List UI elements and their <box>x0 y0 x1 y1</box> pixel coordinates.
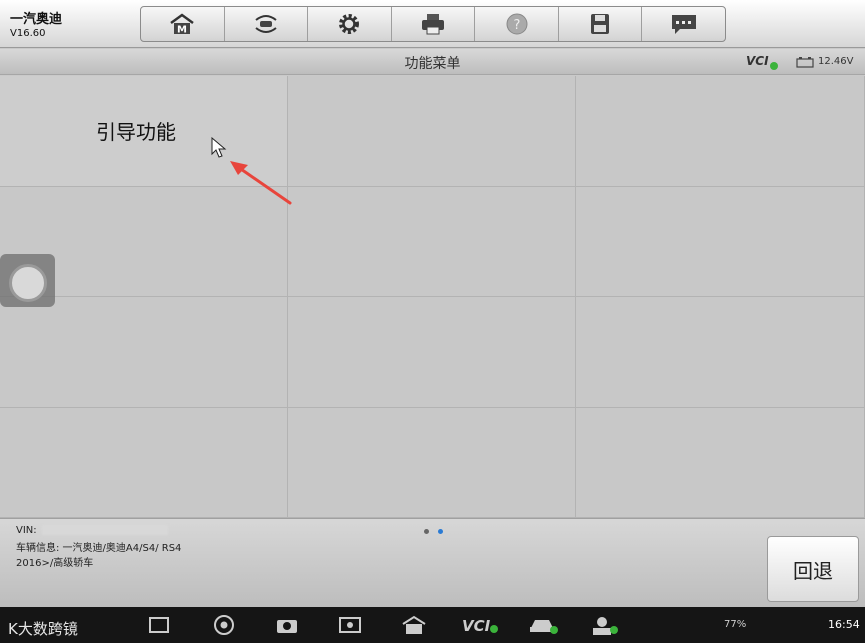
menu-item-empty <box>576 186 865 297</box>
gear-icon <box>339 14 360 34</box>
battery-status: 77% <box>724 619 747 630</box>
vci-connected-icon <box>770 62 778 70</box>
message-icon <box>671 15 696 34</box>
battery-icon <box>796 57 814 68</box>
battery-voltage: 12.46V <box>818 56 854 67</box>
page-dot-active[interactable] <box>438 529 443 534</box>
vin-redacted <box>42 525 168 535</box>
menu-item-empty <box>576 297 865 408</box>
menu-item-empty <box>0 407 288 518</box>
top-bar: 一汽奥迪 V16.60 M ? <box>0 0 865 48</box>
watermark-text: K大数跨镜 <box>8 620 78 638</box>
page-title: 功能菜单 <box>404 56 461 72</box>
app-title: 一汽奥迪 <box>10 12 63 27</box>
menu-item-empty <box>0 297 288 408</box>
page-indicator <box>424 529 443 534</box>
annotation-arrow-icon <box>230 161 292 205</box>
vci-status-label: VCI <box>746 54 769 68</box>
help-button[interactable]: ? <box>475 7 559 41</box>
home-m-icon[interactable] <box>401 615 427 635</box>
svg-text:M: M <box>177 25 187 36</box>
menu-item-empty <box>288 186 576 297</box>
back-button[interactable]: 回退 <box>767 536 859 602</box>
svg-text:VCI: VCI <box>462 617 491 635</box>
vin-label: VIN: <box>16 525 37 536</box>
main-toolbar: M ? <box>140 6 726 42</box>
vci-app-icon[interactable]: VCI <box>460 615 500 635</box>
menu-item-empty <box>288 76 576 187</box>
screen-capture-icon[interactable] <box>337 615 363 635</box>
title-bar: 功能菜单 VCI 12.46V <box>0 49 865 75</box>
settings-button[interactable] <box>308 7 392 41</box>
vehicle-swap-button[interactable] <box>225 7 309 41</box>
help-icon: ? <box>506 13 528 35</box>
camera-icon[interactable] <box>274 615 300 635</box>
menu-item-empty <box>288 297 576 408</box>
function-menu-grid: 引导功能 <box>0 76 865 518</box>
printer-icon <box>422 14 445 35</box>
app-version: V16.60 <box>10 28 46 39</box>
android-nav-bar: K大数跨镜 VCI 77% 16:54 <box>0 607 865 643</box>
menu-item-empty <box>576 76 865 187</box>
home-m-icon: M <box>170 13 195 36</box>
save-button[interactable] <box>559 7 643 41</box>
recent-apps-icon[interactable] <box>146 615 172 635</box>
chrome-icon[interactable] <box>211 615 237 635</box>
vehicle-info-bar: VIN: 车辆信息: 一汽奥迪/奥迪A4/S4/ RS4 2016>/高级轿车 … <box>0 518 865 607</box>
save-icon <box>591 14 610 34</box>
vehicle-swap-icon <box>255 15 277 33</box>
vehicle-info: 车辆信息: 一汽奥迪/奥迪A4/S4/ RS4 2016>/高级轿车 <box>16 543 182 569</box>
assistive-touch-button[interactable] <box>0 254 55 307</box>
remote-expert-icon[interactable] <box>588 615 620 635</box>
menu-item-empty <box>288 407 576 518</box>
print-button[interactable] <box>392 7 476 41</box>
clock: 16:54 <box>828 618 860 631</box>
menu-item-label: 引导功能 <box>96 120 176 144</box>
vehicle-app-icon[interactable] <box>528 615 560 635</box>
message-button[interactable] <box>642 7 725 41</box>
svg-text:?: ? <box>513 18 520 33</box>
home-button[interactable]: M <box>141 7 225 41</box>
page-dot[interactable] <box>424 529 429 534</box>
menu-item-empty <box>576 407 865 518</box>
